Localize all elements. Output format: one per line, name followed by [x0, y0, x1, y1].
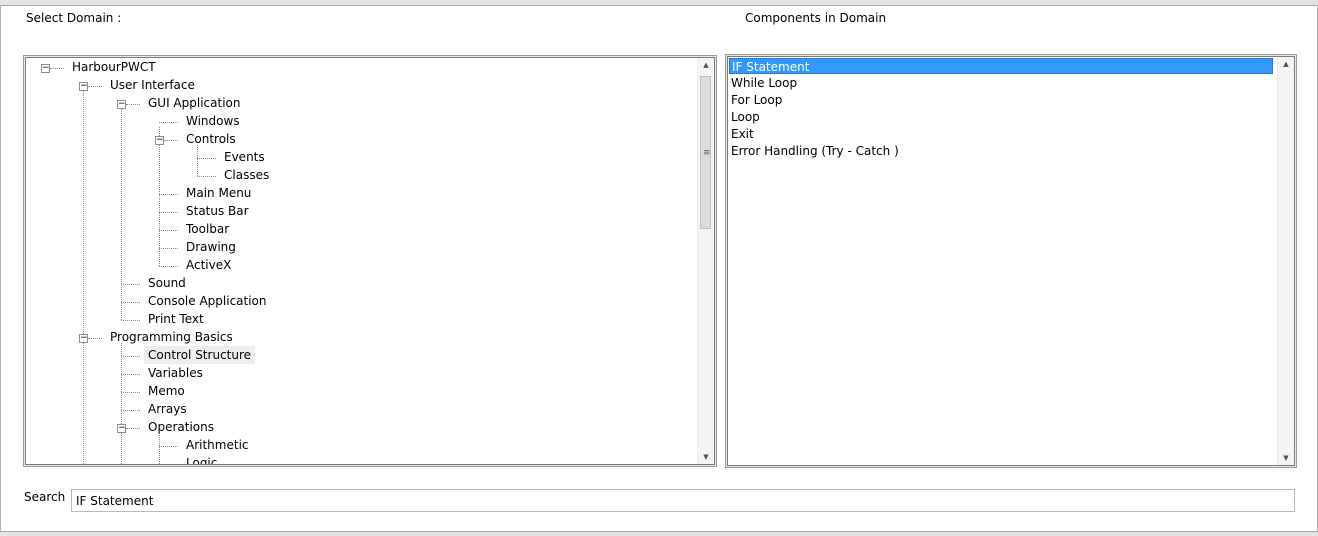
tree-connector [121, 392, 140, 393]
tree-scrollbar-thumb[interactable]: ≡ [700, 76, 711, 229]
tree-connector [121, 410, 140, 411]
tree-node-main-menu[interactable]: Main Menu [182, 184, 255, 202]
tree-connector [159, 433, 160, 464]
tree-node-operations[interactable]: Operations [144, 418, 218, 436]
collapse-toggle-icon[interactable]: − [79, 82, 88, 91]
tree-connector [88, 338, 102, 339]
tree-node-user-interface[interactable]: User Interface [106, 76, 199, 94]
tree-connector [121, 284, 140, 285]
scroll-up-arrow-icon[interactable]: ▲ [1278, 57, 1294, 71]
tree-node-arithmetic[interactable]: Arithmetic [182, 436, 253, 454]
tree-node-classes[interactable]: Classes [220, 166, 273, 184]
tree-node-print-text[interactable]: Print Text [144, 310, 208, 328]
components-scrollbar[interactable]: ▲ ▼ [1277, 57, 1294, 465]
tree-node-status-bar[interactable]: Status Bar [182, 202, 253, 220]
tree-connector [50, 68, 64, 69]
tree-connector [197, 158, 216, 159]
tree-connector [83, 91, 84, 464]
tree-connector [159, 194, 178, 195]
tree-node-control-structure[interactable]: Control Structure [144, 346, 256, 364]
tree-connector [121, 109, 122, 320]
component-item-while-loop[interactable]: While Loop [729, 75, 1275, 91]
tree-node-programming-basics[interactable]: Programming Basics [106, 328, 237, 346]
tree-node-events[interactable]: Events [220, 148, 269, 166]
tree-node-gui-application[interactable]: GUI Application [144, 94, 244, 112]
tree-node-console-application[interactable]: Console Application [144, 292, 271, 310]
tree-node-memo[interactable]: Memo [144, 382, 189, 400]
tree-connector [197, 145, 198, 176]
tree-connector [159, 446, 178, 447]
components-list[interactable]: IF Statement While Loop For Loop Loop Ex… [727, 56, 1295, 466]
tree-connector [121, 302, 140, 303]
tree-connector [159, 127, 160, 266]
domain-tree[interactable]: − − − − − − HarbourPWCT User Interface G… [25, 57, 715, 465]
tree-connector [121, 356, 140, 357]
component-item-if-statement[interactable]: IF Statement [729, 58, 1273, 74]
tree-connector [121, 320, 140, 321]
collapse-toggle-icon[interactable]: − [117, 424, 126, 433]
tree-node-arrays[interactable]: Arrays [144, 400, 191, 418]
collapse-toggle-icon[interactable]: − [117, 100, 126, 109]
tree-node-variables[interactable]: Variables [144, 364, 207, 382]
tree-node-controls[interactable]: Controls [182, 130, 240, 148]
collapse-toggle-icon[interactable]: − [41, 64, 50, 73]
tree-connector [126, 104, 140, 105]
tree-node-activex[interactable]: ActiveX [182, 256, 235, 274]
tree-node-toolbar[interactable]: Toolbar [182, 220, 233, 238]
window-bottom-edge [0, 531, 1318, 536]
tree-connector [121, 343, 122, 464]
tree-node-sound[interactable]: Sound [144, 274, 190, 292]
tree-scrollbar[interactable]: ▲ ≡ ▼ [697, 58, 714, 464]
select-domain-label: Select Domain : [26, 11, 122, 25]
tree-connector [159, 212, 178, 213]
search-input[interactable] [71, 489, 1295, 512]
domain-tree-body: − − − − − − HarbourPWCT User Interface G… [26, 58, 697, 464]
component-item-loop[interactable]: Loop [729, 109, 1275, 125]
tree-node-windows[interactable]: Windows [182, 112, 244, 130]
scroll-down-arrow-icon[interactable]: ▼ [1278, 451, 1294, 465]
tree-connector [197, 176, 216, 177]
tree-connector [121, 374, 140, 375]
tree-connector [164, 140, 178, 141]
tree-connector [88, 86, 102, 87]
tree-connector [159, 230, 178, 231]
component-item-exit[interactable]: Exit [729, 126, 1275, 142]
search-label: Search [24, 490, 66, 504]
grip-icon: ≡ [703, 148, 711, 158]
window-top-edge [0, 0, 1318, 6]
components-in-domain-label: Components in Domain [745, 11, 887, 25]
component-item-error-handling[interactable]: Error Handling (Try - Catch ) [729, 143, 1275, 159]
collapse-toggle-icon[interactable]: − [79, 334, 88, 343]
tree-connector [159, 266, 178, 267]
tree-node-harbourpwct[interactable]: HarbourPWCT [68, 58, 160, 76]
tree-node-drawing[interactable]: Drawing [182, 238, 240, 256]
scroll-up-arrow-icon[interactable]: ▲ [698, 58, 714, 72]
tree-node-logic[interactable]: Logic [182, 454, 221, 464]
tree-connector [159, 248, 178, 249]
tree-connector [159, 122, 178, 123]
collapse-toggle-icon[interactable]: − [155, 136, 164, 145]
component-item-for-loop[interactable]: For Loop [729, 92, 1275, 108]
scroll-down-arrow-icon[interactable]: ▼ [698, 450, 714, 464]
tree-connector [126, 428, 140, 429]
window-left-edge [0, 5, 1, 535]
